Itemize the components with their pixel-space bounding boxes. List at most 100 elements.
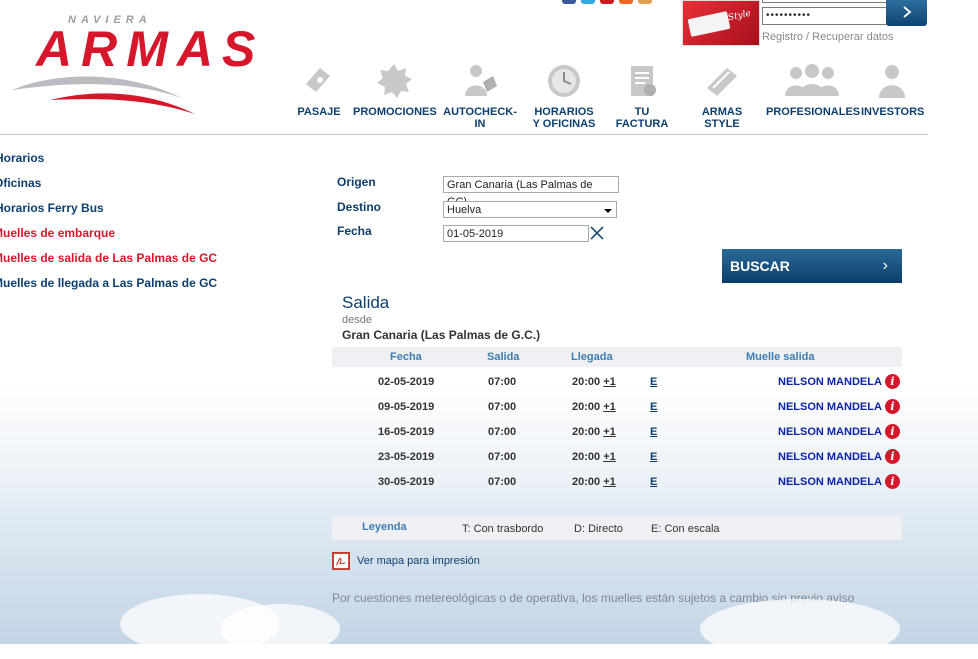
nav-item-label: HORARIOS Y OFICINAS — [532, 106, 596, 130]
origen-input[interactable]: Gran Canaria (Las Palmas de GC) — [443, 176, 619, 208]
legend-item-directo: D: Directo — [574, 523, 623, 535]
recuperar-datos-link[interactable]: Recuperar datos — [812, 31, 893, 43]
row-fecha: 30-05-2019 — [378, 476, 435, 488]
info-icon[interactable]: i — [885, 374, 900, 389]
fecha-input[interactable]: 01-05-2019 — [443, 225, 589, 242]
legend-text: Con escala — [664, 523, 720, 535]
row-llegada: 20:00 +1 — [572, 425, 616, 439]
info-icon[interactable]: i — [885, 474, 900, 489]
sidebar-item-muelles-de-salida[interactable]: Muelles de salida de Las Palmas de GC — [0, 250, 217, 275]
invoice-icon — [631, 66, 656, 96]
pdf-icon — [332, 552, 350, 570]
sidebar-item-muelles-de-llegada[interactable]: Muelles de llegada a Las Palmas de GC — [0, 275, 217, 300]
legend-item-escala: E: Con escala — [651, 523, 720, 535]
header-divider — [0, 134, 928, 135]
destino-selected-value: Huelva — [447, 204, 482, 216]
buscar-button-label: BUSCAR — [730, 258, 790, 274]
card-icon — [707, 68, 737, 96]
nav-item-promociones[interactable]: PROMOCIONES — [353, 62, 437, 118]
nav-item-armas-style[interactable]: ARMAS STYLE — [684, 62, 760, 130]
row-tipo-link[interactable]: E — [650, 425, 657, 439]
legend-title: Leyenda — [362, 521, 407, 533]
row-llegada-time: 20:00 — [572, 426, 601, 438]
nav-item-horarios-y-oficinas[interactable]: HORARIOS Y OFICINAS — [528, 62, 600, 130]
sidebar-item-horarios[interactable]: Horarios — [0, 150, 217, 175]
disclaimer-note: Por cuestiones metereológicas o de opera… — [332, 591, 855, 605]
row-next-day: +1 — [603, 376, 616, 388]
row-salida: 07:00 — [488, 401, 517, 413]
table-row: 09-05-2019 07:00 20:00 +1 E NELSON MANDE… — [332, 399, 902, 425]
row-muelle: NELSON MANDELA — [778, 426, 882, 438]
group-icon — [785, 64, 839, 96]
header-salida: Salida — [487, 351, 520, 363]
rss-icon[interactable] — [619, 0, 633, 4]
results-title: Salida — [342, 293, 390, 312]
info-icon[interactable]: i — [885, 449, 900, 464]
row-tipo-link[interactable]: E — [650, 375, 657, 389]
row-salida: 07:00 — [488, 376, 517, 388]
armas-style-promo-image[interactable]: Style — [682, 0, 760, 46]
table-row: 16-05-2019 07:00 20:00 +1 E NELSON MANDE… — [332, 424, 902, 450]
row-llegada-time: 20:00 — [572, 376, 601, 388]
row-next-day: +1 — [603, 401, 616, 413]
nav-item-tu-factura[interactable]: TU FACTURA — [610, 62, 674, 130]
info-icon[interactable]: i — [885, 424, 900, 439]
person-ticket-icon — [465, 65, 497, 96]
results-table-header: Fecha Salida Llegada Muelle salida — [332, 347, 902, 367]
row-tipo-link[interactable]: E — [650, 400, 657, 414]
info-icon[interactable]: i — [885, 399, 900, 414]
row-llegada: 20:00 +1 — [572, 450, 616, 464]
sidebar-item-horarios-ferry-bus[interactable]: Horarios Ferry Bus — [0, 200, 217, 225]
nav-item-pasaje[interactable]: PASAJE — [296, 62, 342, 118]
nav-item-autocheck-in[interactable]: AUTOCHECK-IN — [440, 62, 520, 130]
login-links-separator: / — [806, 31, 810, 43]
login-links: Registro / Recuperar datos — [762, 31, 893, 43]
registro-link[interactable]: Registro — [762, 31, 803, 43]
row-salida: 07:00 — [488, 451, 517, 463]
close-icon[interactable] — [588, 224, 606, 242]
starburst-icon — [377, 64, 412, 98]
origen-label: Origen — [337, 175, 376, 189]
row-tipo-link[interactable]: E — [650, 450, 657, 464]
row-tipo-link[interactable]: E — [650, 475, 657, 489]
legend-key: D: — [574, 523, 585, 535]
sidebar-item-muelles-de-embarque[interactable]: Muelles de embarque — [0, 225, 217, 250]
twitter-icon[interactable] — [581, 0, 595, 4]
legend-text: Con trasbordo — [473, 523, 544, 535]
password-input[interactable]: •••••••••• — [762, 7, 887, 25]
person-icon — [879, 65, 905, 98]
legend-key: E: — [651, 523, 662, 535]
row-llegada-time: 20:00 — [572, 451, 601, 463]
row-muelle: NELSON MANDELA — [778, 476, 882, 488]
table-row: 02-05-2019 07:00 20:00 +1 E NELSON MANDE… — [332, 374, 902, 400]
destino-select[interactable]: Huelva — [443, 201, 617, 218]
buscar-button[interactable]: BUSCAR › — [722, 249, 902, 283]
table-row: 30-05-2019 07:00 20:00 +1 E NELSON MANDE… — [332, 474, 902, 500]
youtube-icon[interactable] — [600, 0, 614, 4]
nav-item-label: AUTOCHECK-IN — [443, 106, 517, 130]
row-next-day: +1 — [603, 426, 616, 438]
login-submit-button[interactable] — [886, 0, 927, 26]
row-llegada-time: 20:00 — [572, 476, 601, 488]
row-llegada: 20:00 +1 — [572, 475, 616, 489]
row-llegada-time: 20:00 — [572, 401, 601, 413]
nav-item-profesionales[interactable]: PROFESIONALES — [766, 62, 860, 118]
facebook-icon[interactable] — [562, 0, 576, 4]
results-origin: Gran Canaria (Las Palmas de G.C.) — [342, 328, 541, 342]
row-muelle: NELSON MANDELA — [778, 401, 882, 413]
nav-item-label: ARMAS STYLE — [701, 106, 743, 130]
row-fecha: 23-05-2019 — [378, 451, 435, 463]
sidebar-item-oficinas[interactable]: Oficinas — [0, 175, 217, 200]
username-input[interactable] — [762, 0, 888, 3]
chevron-right-icon: › — [882, 257, 888, 274]
results-desde: desde — [342, 314, 372, 326]
nav-item-label: PROMOCIONES — [353, 106, 437, 118]
chevron-right-icon — [902, 6, 911, 18]
naviera-armas-logo[interactable]: NAVIERA ARMAS — [10, 12, 280, 117]
row-salida: 07:00 — [488, 476, 517, 488]
ticket-icon — [306, 68, 330, 92]
nav-item-label: PASAJE — [297, 106, 341, 118]
chevron-down-icon — [604, 209, 612, 213]
nav-item-investors[interactable]: INVESTORS — [861, 62, 924, 118]
blog-icon[interactable] — [638, 0, 652, 4]
